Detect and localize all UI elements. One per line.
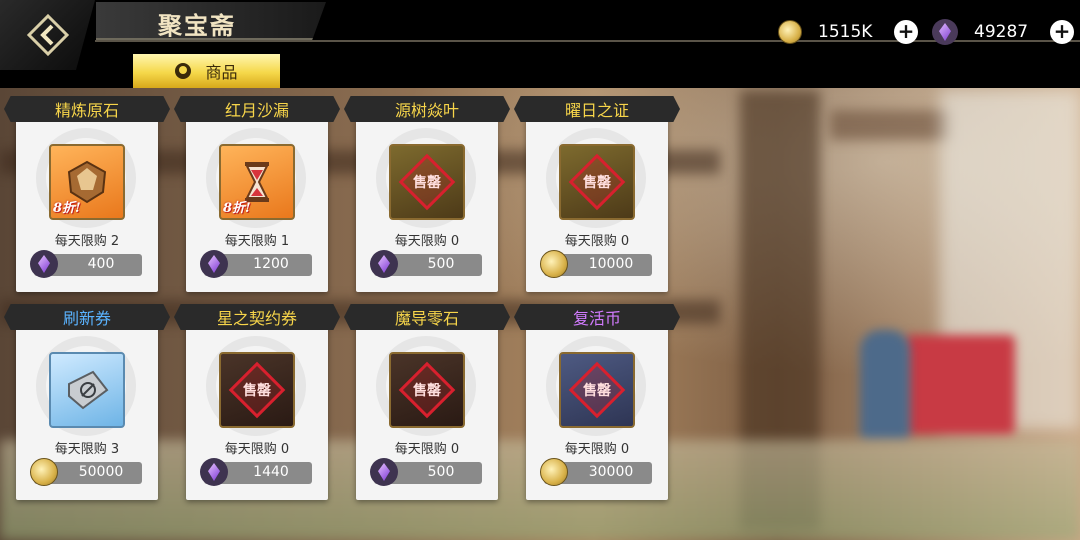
- item-frame: 售罄: [559, 144, 635, 220]
- shop-item-card[interactable]: 刷新券 每天限购 3 50000: [4, 304, 170, 500]
- price: 500: [427, 464, 455, 480]
- gem-price-icon: [200, 250, 228, 278]
- item-frame: 售罄: [219, 352, 295, 428]
- item-frame: 8折!: [219, 144, 295, 220]
- discount-tag: 8折!: [53, 201, 81, 216]
- purchase-limit: 每天限购 0: [564, 442, 630, 457]
- item-name: 星之契约券: [216, 309, 297, 328]
- item-name: 红月沙漏: [224, 101, 289, 120]
- price: 50000: [78, 464, 124, 480]
- gem-price-icon: [30, 250, 58, 278]
- purchase-limit: 每天限购 2: [54, 234, 120, 249]
- price: 400: [87, 256, 115, 272]
- item-name: 魔导零石: [394, 309, 459, 328]
- purple-gem-icon: [932, 19, 958, 45]
- shop-item-card[interactable]: 星之契约券 售罄 每天限购 0 1440: [174, 304, 340, 500]
- shop-item-card[interactable]: 源树焱叶 售罄 每天限购 0 500: [344, 96, 510, 292]
- gold-coin-icon: [778, 20, 802, 44]
- coin-amount: 1515K: [818, 22, 873, 42]
- shop-item-card[interactable]: 魔导零石 售罄 每天限购 0 500: [344, 304, 510, 500]
- item-frame: 售罄: [389, 144, 465, 220]
- coin-balance: 1515K +: [778, 18, 918, 46]
- item-name: 源树焱叶: [394, 101, 459, 120]
- shop-item-card[interactable]: 复活币 售罄 每天限购 0 30000: [514, 304, 680, 500]
- price: 1200: [253, 256, 289, 272]
- item-frame: [49, 352, 125, 428]
- item-name: 曜日之证: [564, 101, 629, 120]
- gem-amount: 49287: [974, 22, 1029, 42]
- page-title: 聚宝斋: [158, 11, 236, 40]
- item-name: 复活币: [572, 309, 621, 328]
- purchase-limit: 每天限购 0: [394, 234, 460, 249]
- sold-out-stamp: 售罄: [398, 361, 456, 419]
- discount-tag: 8折!: [223, 201, 251, 216]
- coin-price-icon: [540, 250, 568, 278]
- purchase-limit: 每天限购 1: [224, 234, 290, 249]
- add-coin-button[interactable]: +: [894, 20, 918, 44]
- tab-goods[interactable]: 商品: [133, 54, 280, 88]
- sold-out-stamp: 售罄: [568, 153, 626, 211]
- item-name-bar: 曜日之证: [514, 96, 680, 122]
- price: 30000: [588, 464, 634, 480]
- price: 1440: [253, 464, 289, 480]
- gem-balance: 49287 +: [932, 18, 1074, 46]
- shop-item-card[interactable]: 曜日之证 售罄 每天限购 0 10000: [514, 96, 680, 292]
- item-frame: 售罄: [389, 352, 465, 428]
- purchase-limit: 每天限购 0: [394, 442, 460, 457]
- price: 500: [427, 256, 455, 272]
- add-gem-button[interactable]: +: [1050, 20, 1074, 44]
- purchase-limit: 每天限购 0: [564, 234, 630, 249]
- purchase-limit: 每天限购 3: [54, 442, 120, 457]
- item-name: 刷新券: [62, 309, 111, 328]
- refresh-ticket-icon: [68, 370, 109, 410]
- gem-price-icon: [370, 458, 398, 486]
- shop-item-card[interactable]: 精炼原石 8折! 每天限购 2 400: [4, 96, 170, 292]
- sold-out-stamp: 售罄: [228, 361, 286, 419]
- coin-price-icon: [540, 458, 568, 486]
- sold-out-stamp: 售罄: [568, 361, 626, 419]
- purchase-limit: 每天限购 0: [224, 442, 290, 457]
- shop-item-card[interactable]: 红月沙漏 8折! 每天限购 1 1200: [174, 96, 340, 292]
- item-frame: 售罄: [559, 352, 635, 428]
- gem-price-icon: [370, 250, 398, 278]
- item-frame: 8折!: [49, 144, 125, 220]
- sold-out-stamp: 售罄: [398, 153, 456, 211]
- tab-label: 商品: [205, 63, 238, 82]
- item-name-bar: 刷新券: [4, 304, 170, 330]
- price: 10000: [588, 256, 634, 272]
- item-name-bar: 红月沙漏: [174, 96, 340, 122]
- goods-tab-icon: [175, 63, 192, 79]
- gem-price-icon: [200, 458, 228, 486]
- back-arrow-icon: [26, 13, 69, 57]
- item-name-bar: 复活币: [514, 304, 680, 330]
- back-button[interactable]: [0, 0, 95, 70]
- item-name-bar: 星之契约券: [174, 304, 340, 330]
- item-name-bar: 魔导零石: [344, 304, 510, 330]
- item-name: 精炼原石: [54, 101, 119, 120]
- coin-price-icon: [30, 458, 58, 486]
- top-bar: 聚宝斋 商品 1515K + 49287 +: [0, 0, 1080, 88]
- item-name-bar: 源树焱叶: [344, 96, 510, 122]
- item-name-bar: 精炼原石: [4, 96, 170, 122]
